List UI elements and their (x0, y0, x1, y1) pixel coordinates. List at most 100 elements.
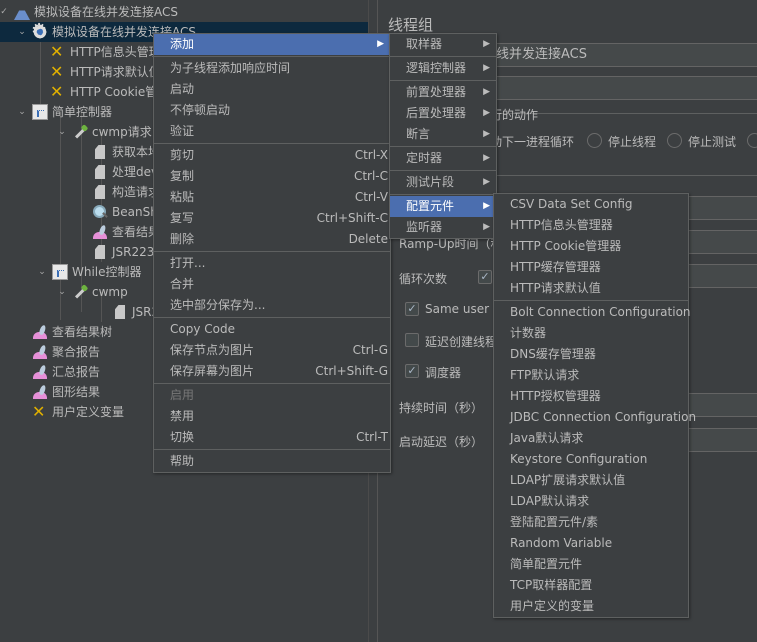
menu-separator (154, 56, 390, 57)
menu-item[interactable]: Copy Code (154, 319, 390, 340)
menu-item[interactable]: 不停顿启动 (154, 100, 390, 121)
expand-chevron-icon[interactable]: ✓ (0, 2, 10, 22)
tree-node[interactable]: ⌄ cwmp请求 (56, 122, 152, 142)
duration-field[interactable] (688, 393, 757, 417)
radio-stop-test[interactable] (667, 133, 682, 148)
tree-node[interactable]: ✓ 模拟设备在线并发连接ACS (0, 2, 178, 22)
startup-delay-field[interactable] (688, 428, 757, 452)
tree-node[interactable]: ⌄ While控制器 (36, 262, 142, 282)
menu-item-label: 计数器 (510, 326, 547, 340)
tree-node[interactable]: 聚合报告 (16, 342, 100, 362)
menu-item[interactable]: 监听器 ▶ (390, 217, 496, 238)
menu-item[interactable]: 取样器 ▶ (390, 34, 496, 55)
tree-node[interactable]: ⌄ cwmp (56, 282, 128, 302)
menu-item[interactable]: Keystore Configuration (494, 449, 688, 470)
menu-item[interactable]: 登陆配置元件/素 (494, 512, 688, 533)
chart-icon (32, 324, 48, 340)
menu-item[interactable]: 剪切 Ctrl-X (154, 145, 390, 166)
menu-item[interactable]: 添加 ▶ (154, 34, 390, 55)
menu-item[interactable]: Random Variable (494, 533, 688, 554)
expand-chevron-icon[interactable]: ⌄ (16, 102, 28, 122)
menu-item-label: HTTP请求默认值 (510, 281, 601, 295)
menu-item[interactable]: 切换 Ctrl-T (154, 427, 390, 448)
tree-node[interactable]: 用户定义变量 (16, 402, 124, 422)
menu-item-label: 禁用 (170, 409, 195, 423)
loop-forever-checkbox[interactable]: ✓ (478, 270, 492, 284)
menu-item[interactable]: 启动 (154, 79, 390, 100)
tree-node[interactable]: 构造请求 (76, 182, 160, 202)
radio-stop-test-label[interactable]: 停止测试 (688, 133, 736, 150)
tree-node[interactable]: 汇总报告 (16, 362, 100, 382)
menu-item-label: 简单配置元件 (510, 557, 583, 571)
menu-item[interactable]: HTTP授权管理器 (494, 386, 688, 407)
menu-item[interactable]: 打开... (154, 253, 390, 274)
scheduler-label[interactable]: 调度器 (425, 364, 461, 381)
menu-item[interactable]: HTTP Cookie管理器 (494, 236, 688, 257)
menu-item[interactable]: 为子线程添加响应时间 (154, 58, 390, 79)
menu-item[interactable]: 删除 Delete (154, 229, 390, 250)
menu-item[interactable]: 复制 Ctrl-C (154, 166, 390, 187)
tree-node[interactable]: 图形结果 (16, 382, 100, 402)
menu-item[interactable]: TCP取样器配置 (494, 575, 688, 596)
threads-field[interactable] (688, 196, 757, 220)
delay-create-checkbox[interactable] (405, 333, 419, 347)
tree-node[interactable]: HTTP请求默认值 (34, 62, 161, 82)
tree-node[interactable]: HTTP信息头管理器 (34, 42, 173, 62)
menu-item[interactable]: 计数器 (494, 323, 688, 344)
tree-node-label: 模拟设备在线并发连接ACS (34, 5, 178, 19)
menu-item[interactable]: 定时器 ▶ (390, 148, 496, 169)
radio-stop-test-now[interactable] (747, 133, 757, 148)
menu-item[interactable]: 选中部分保存为... (154, 295, 390, 316)
menu-item[interactable]: 粘贴 Ctrl-V (154, 187, 390, 208)
menu-item[interactable]: 保存屏幕为图片 Ctrl+Shift-G (154, 361, 390, 382)
menu-item[interactable]: LDAP默认请求 (494, 491, 688, 512)
tree-node[interactable]: JSR223 (76, 242, 154, 262)
menu-item[interactable]: 复写 Ctrl+Shift-C (154, 208, 390, 229)
menu-item[interactable]: 保存节点为图片 Ctrl-G (154, 340, 390, 361)
tree-node[interactable]: JSR2 (96, 302, 159, 322)
menu-item[interactable]: 断言 ▶ (390, 124, 496, 145)
menu-item[interactable]: 配置元件 ▶ (390, 196, 496, 217)
radio-stop-thread-label[interactable]: 停止线程 (608, 133, 656, 150)
menu-item-label: 后置处理器 (406, 106, 467, 120)
menu-item[interactable]: Java默认请求 (494, 428, 688, 449)
loop-count-field[interactable] (688, 264, 757, 288)
same-user-checkbox[interactable]: ✓ (405, 302, 419, 316)
menu-item[interactable]: 前置处理器 ▶ (390, 82, 496, 103)
comments-field[interactable] (490, 76, 757, 100)
menu-item[interactable]: HTTP信息头管理器 (494, 215, 688, 236)
menu-item[interactable]: DNS缓存管理器 (494, 344, 688, 365)
tree-node-label: 汇总报告 (52, 365, 101, 379)
menu-item[interactable]: 测试片段 ▶ (390, 172, 496, 193)
expand-chevron-icon[interactable]: ⌄ (36, 262, 48, 282)
delay-create-label[interactable]: 延迟创建线程 (425, 333, 497, 350)
menu-separator (154, 251, 390, 252)
scheduler-checkbox[interactable]: ✓ (405, 364, 419, 378)
menu-item[interactable]: 禁用 (154, 406, 390, 427)
menu-item[interactable]: 后置处理器 ▶ (390, 103, 496, 124)
tree-node[interactable]: 查看结果树 (16, 322, 112, 342)
menu-item[interactable]: JDBC Connection Configuration (494, 407, 696, 428)
menu-item[interactable]: 帮助 (154, 451, 390, 472)
radio-stop-thread[interactable] (587, 133, 602, 148)
menu-item[interactable]: 合并 (154, 274, 390, 295)
tree-node[interactable]: ⌄ 简单控制器 (16, 102, 112, 122)
expand-chevron-icon[interactable]: ⌄ (56, 282, 68, 302)
expand-chevron-icon[interactable]: ⌄ (56, 122, 68, 142)
menu-item[interactable]: HTTP请求默认值 (494, 278, 688, 299)
menu-item[interactable]: CSV Data Set Config (494, 194, 688, 215)
menu-item[interactable]: LDAP扩展请求默认值 (494, 470, 688, 491)
menu-item[interactable]: 验证 (154, 121, 390, 142)
tree-node[interactable]: 获取本地 (76, 142, 160, 162)
menu-item[interactable]: 逻辑控制器 ▶ (390, 58, 496, 79)
tree-node[interactable]: 处理dev (76, 162, 158, 182)
expand-chevron-icon[interactable]: ⌄ (16, 22, 28, 42)
menu-item[interactable]: Bolt Connection Configuration (494, 302, 691, 323)
rampup-field[interactable] (688, 230, 757, 254)
menu-item[interactable]: 简单配置元件 (494, 554, 688, 575)
menu-item[interactable]: HTTP缓存管理器 (494, 257, 688, 278)
tree-node[interactable]: 查看结果 (76, 222, 160, 242)
menu-item[interactable]: FTP默认请求 (494, 365, 688, 386)
name-field[interactable]: 线并发连接ACS (490, 43, 757, 67)
menu-item[interactable]: 用户定义的变量 (494, 596, 688, 617)
